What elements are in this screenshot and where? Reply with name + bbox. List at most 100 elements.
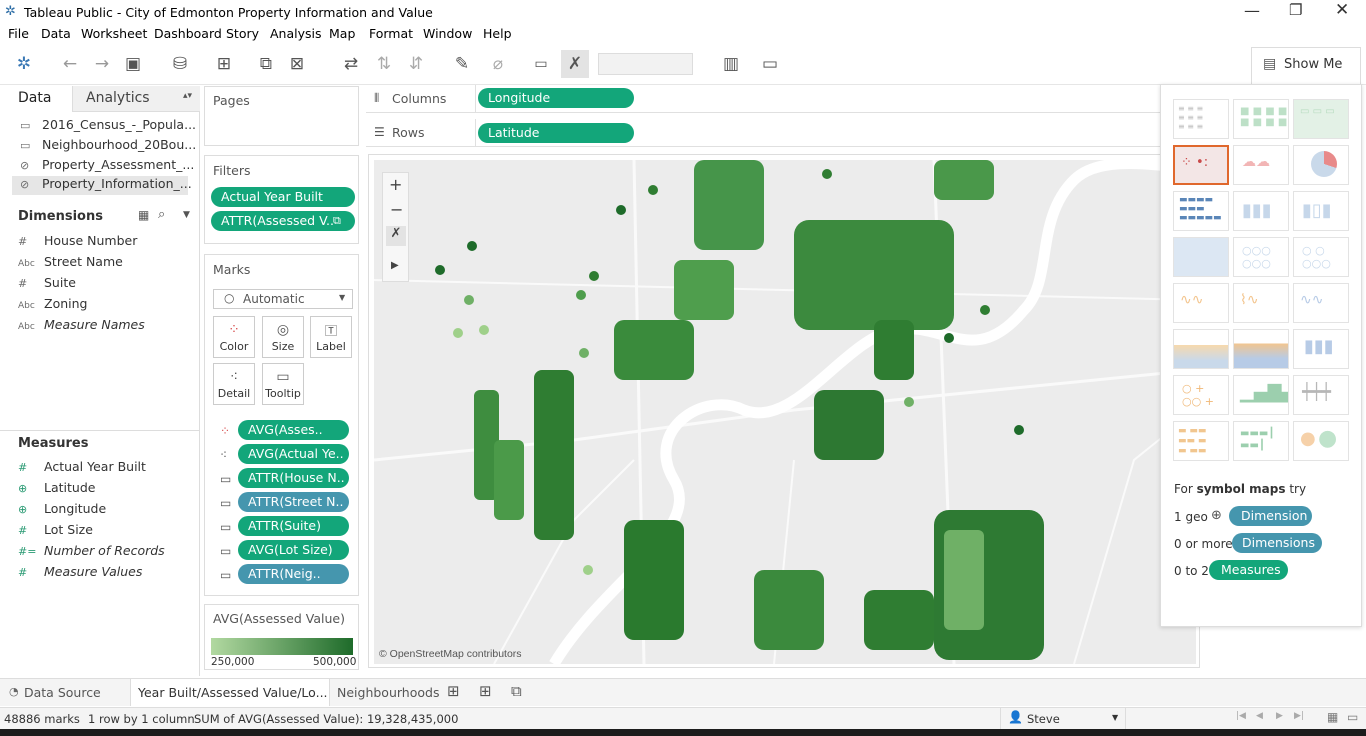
group-icon[interactable]: ⌀ [488,54,508,74]
chart-thumb-symbol-map[interactable]: ⁘ •: [1173,145,1229,185]
view-toggle-icon[interactable]: ▦ [138,208,149,222]
field-house-number[interactable]: # House Number [18,233,137,251]
sort-ascending-icon[interactable]: ⇅ [374,54,394,74]
chart-thumb-treemap[interactable] [1173,237,1229,277]
map-view[interactable]: © OpenStreetMap contributors + − ✗ ▶ [368,154,1200,668]
chart-thumb-line-discrete[interactable]: ⌇∿ [1233,283,1289,323]
data-source-item-selected[interactable]: ⊘ Property_Information_... [12,176,192,195]
chart-thumb-box-whisker[interactable]: ┿┿┿ [1293,375,1349,415]
marks-label-button[interactable]: 🅃 Label [310,316,352,358]
tableau-icon[interactable]: ✲ [14,54,34,74]
tab-data[interactable]: Data [0,86,73,112]
rows-pill-latitude[interactable]: Latitude [478,123,634,143]
field-latitude[interactable]: ⊕ Latitude [18,480,95,498]
marks-tooltip-button[interactable]: ▭ Tooltip [262,363,304,405]
first-sheet-icon[interactable]: |◀ [1236,711,1246,721]
close-icon[interactable]: ✕ [1335,0,1349,20]
field-lot-size[interactable]: # Lot Size [18,522,93,540]
last-sheet-icon[interactable]: ▶| [1294,711,1304,721]
data-source-item[interactable]: ⊘ Property_Assessment_... [20,157,194,175]
color-legend-card[interactable]: AVG(Assessed Value) 250,000 500,000 [204,604,359,670]
tab-data-source[interactable]: ◔ Data Source [0,679,128,706]
data-source-item[interactable]: ▭ Neighbourhood_20Bou... [20,137,196,155]
menu-worksheet[interactable]: Worksheet [81,26,147,41]
search-icon[interactable]: ⌕ [158,207,165,222]
duplicate-sheet-icon[interactable]: ⧉ [256,54,276,74]
new-worksheet-icon[interactable]: ⊞ [214,54,234,74]
filmstrip-icon[interactable]: ▭ [1347,710,1358,724]
pin-map-icon[interactable]: ✗ [561,50,589,78]
chart-thumb-histogram[interactable]: ▁▄▇▄▁ [1233,375,1289,415]
marks-pill[interactable]: ATTR(Street N.. [238,492,349,512]
next-sheet-icon[interactable]: ▶ [1276,711,1283,721]
tab-active-sheet[interactable]: Year Built/Assessed Value/Lo... [130,679,330,706]
chart-thumb-stacked-bar[interactable]: ▮▮▮ [1233,191,1289,231]
data-source-item[interactable]: ▭ 2016_Census_-_Popula... [20,117,196,135]
pages-card[interactable]: Pages [204,86,359,146]
menu-analysis[interactable]: Analysis [270,26,322,41]
marks-pill[interactable]: AVG(Lot Size) [238,540,349,560]
field-measure-names[interactable]: Abc Measure Names [18,317,145,335]
chart-thumb-area-continuous[interactable] [1173,329,1229,369]
prev-sheet-icon[interactable]: ◀ [1256,711,1263,721]
menu-file[interactable]: File [8,26,29,41]
field-actual-year-built[interactable]: # Actual Year Built [18,459,146,477]
marks-pill[interactable]: AVG(Actual Ye.. [238,444,349,464]
tab-neighbourhoods[interactable]: Neighbourhoods [330,679,440,706]
chart-thumb-packed-bubbles[interactable]: ● ● [1293,421,1349,461]
marks-size-button[interactable]: ◎ Size [262,316,304,358]
user-menu[interactable]: 👤 Steve ▼ [1000,708,1126,729]
field-suite[interactable]: # Suite [18,275,76,293]
marks-pill[interactable]: ATTR(House N.. [238,468,349,488]
field-zoning[interactable]: Abc Zoning [18,296,87,314]
menu-format[interactable]: Format [369,26,413,41]
clear-sheet-icon[interactable]: ⊠ [287,54,307,74]
field-longitude[interactable]: ⊕ Longitude [18,501,106,519]
marks-color-button[interactable]: ⁘ Color [213,316,255,358]
tab-analytics[interactable]: Analytics ▴▾ [73,86,200,112]
marks-pill[interactable]: ATTR(Suite) [238,516,349,536]
menu-window[interactable]: Window [423,26,472,41]
restore-icon[interactable]: ❐ [1289,1,1302,19]
minimize-icon[interactable]: — [1244,1,1260,20]
new-worksheet-icon[interactable]: ⊞ [447,682,460,700]
chart-thumb-side-circles[interactable]: ○ ○ ○○○ [1293,237,1349,277]
pin-map-button[interactable]: ✗ [386,226,406,246]
swap-icon[interactable]: ⇄ [341,54,361,74]
chart-thumb-highlight-table[interactable]: ▭ ▭ ▭ [1293,99,1349,139]
undo-icon[interactable]: ← [60,54,80,74]
redo-icon[interactable]: → [92,54,112,74]
filter-pill-assessed-value[interactable]: ATTR(Assessed V.. ⧉ [211,211,355,231]
chart-thumb-area-discrete[interactable] [1233,329,1289,369]
sheet-sorter-icon[interactable]: ▦ [1327,710,1338,724]
chart-thumb-filled-map[interactable]: ☁☁ [1233,145,1289,185]
chart-thumb-dual-combination[interactable]: ▮▮▮ [1293,329,1349,369]
menu-story[interactable]: Story [226,26,259,41]
zoom-out-button[interactable]: − [390,200,403,219]
chart-thumb-line-continuous[interactable]: ∿∿ [1173,283,1229,323]
chart-thumb-heat-map[interactable]: ■ ■ ■ ■ ■ ■ ■ ■ [1233,99,1289,139]
chart-thumb-scatter[interactable]: ○ + ○○ + [1173,375,1229,415]
chart-thumb-circle-view[interactable]: ○○○ ○○○ [1233,237,1289,277]
marks-pill[interactable]: AVG(Asses.. [238,420,349,440]
menu-help[interactable]: Help [483,26,512,41]
chart-thumb-dual-line[interactable]: ∿∿ [1293,283,1349,323]
tab-scroll-icon[interactable]: ▴▾ [183,91,192,101]
chart-thumb-hbar[interactable]: ▬▬▬▬ ▬▬▬ ▬▬▬▬▬ [1173,191,1229,231]
field-street-name[interactable]: Abc Street Name [18,254,123,272]
new-data-source-icon[interactable]: ⛁ [170,54,190,74]
show-me-button[interactable]: ▤ Show Me [1251,47,1361,84]
chart-thumb-bullet[interactable]: ▬▬▬┃ ▬▬┃ [1233,421,1289,461]
marks-detail-button[interactable]: ⁖ Detail [213,363,255,405]
menu-dashboard[interactable]: Dashboard [154,26,222,41]
menu-data[interactable]: Data [41,26,71,41]
fit-dropdown[interactable] [598,53,693,75]
columns-pill-longitude[interactable]: Longitude [478,88,634,108]
mark-type-select[interactable]: ○ Automatic ▼ [213,289,353,309]
field-measure-values[interactable]: # Measure Values [18,564,142,582]
map-canvas[interactable]: © OpenStreetMap contributors [374,160,1196,664]
dimensions-menu-icon[interactable]: ▼ [183,210,190,220]
labels-icon[interactable]: ▭ [531,54,551,74]
chart-thumb-pie[interactable] [1293,145,1349,185]
chart-thumb-text-table[interactable]: ≡ ≡ ≡ ≡ ≡ ≡ ≡ ≡ ≡ [1173,99,1229,139]
